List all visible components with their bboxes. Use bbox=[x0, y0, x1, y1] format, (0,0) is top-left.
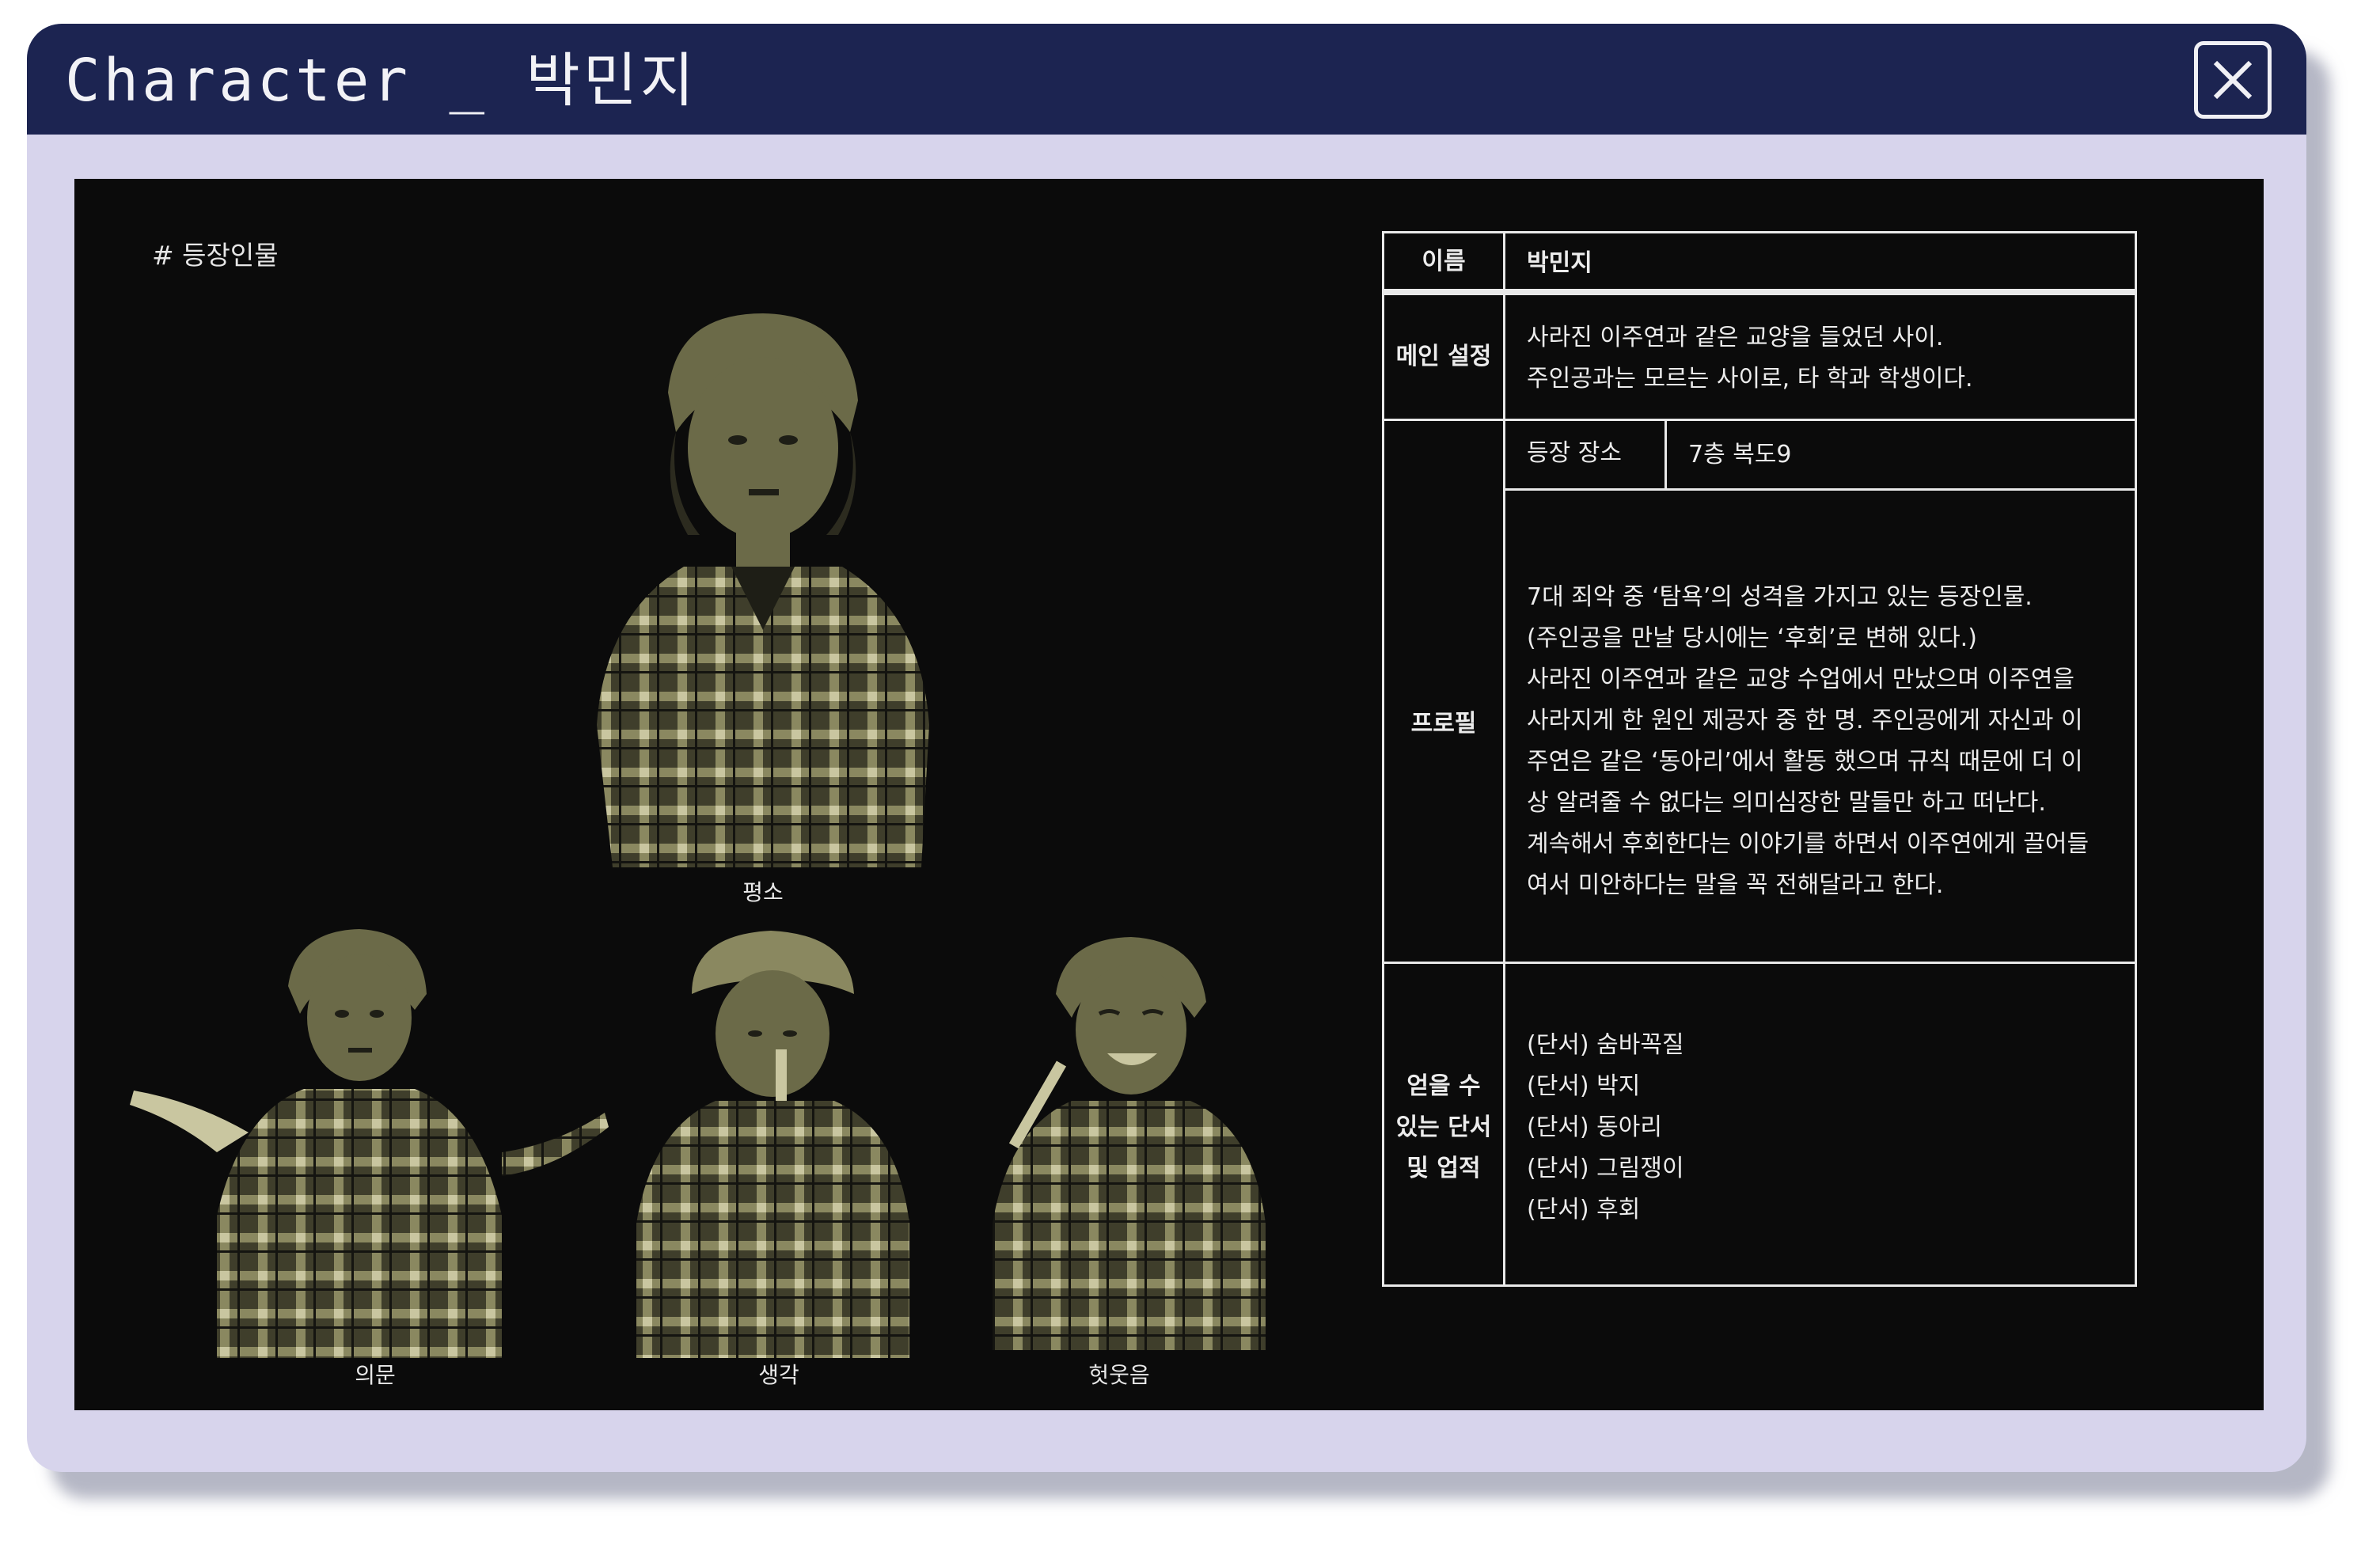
portrait-normal bbox=[549, 298, 977, 875]
profile-line: 여서 미안하다는 말을 꼭 전해달라고 한다. bbox=[1527, 871, 1944, 899]
profile-line: 사라지게 한 원인 제공자 중 한 명. 주인공에게 자신과 이 bbox=[1527, 707, 2083, 734]
setting-line: 사라진 이주연과 같은 교양을 들었던 사이. bbox=[1527, 324, 1944, 351]
portrait-laugh bbox=[961, 923, 1293, 1350]
portrait-thinking bbox=[628, 923, 929, 1358]
section-label: # 등장인물 bbox=[152, 240, 279, 271]
profile-header: 프로필 bbox=[1410, 710, 1477, 738]
profile-line: 주연은 같은 ‘동아리’에서 활동 했으며 규칙 때문에 더 이 bbox=[1527, 748, 2083, 776]
clue-item: (단서) 숨바꼭질 bbox=[1527, 1031, 1684, 1059]
setting-header: 메인 설정 bbox=[1395, 343, 1492, 370]
portrait-caption: 평소 bbox=[742, 879, 784, 905]
profile-line: 계속해서 후회한다는 이야기를 하면서 이주연에게 끌어들 bbox=[1527, 830, 2090, 858]
content-panel: # 등장인물 평소 의문 생각 헛웃음 이름 박민지 메인 설정 사라진 이주연… bbox=[74, 179, 2264, 1410]
name-header: 이름 bbox=[1422, 248, 1466, 275]
portrait-caption: 헛웃음 bbox=[1088, 1362, 1150, 1388]
profile-line: 사라진 이주연과 같은 교양 수업에서 만났으며 이주연을 bbox=[1527, 666, 2075, 693]
profile-line: (주인공을 만날 당시에는 ‘후회’로 변해 있다.) bbox=[1527, 624, 1977, 652]
clues-header: 얻을 수 bbox=[1406, 1072, 1481, 1100]
portrait-question bbox=[130, 915, 621, 1358]
close-button[interactable] bbox=[2194, 41, 2272, 119]
clue-item: (단서) 동아리 bbox=[1527, 1113, 1662, 1141]
close-icon bbox=[2213, 60, 2253, 100]
clues-header: 있는 단서 bbox=[1395, 1113, 1492, 1141]
setting-line: 주인공과는 모르는 사이로, 타 학과 학생이다. bbox=[1527, 365, 1973, 393]
clue-item: (단서) 그림쟁이 bbox=[1527, 1155, 1684, 1182]
profile-line: 상 알려줄 수 없다는 의미심장한 말들만 하고 떠난다. bbox=[1527, 789, 2046, 817]
character-window: Character _ 박민지 # 등장인물 평소 의문 생각 헛웃음 이름 박… bbox=[27, 24, 2306, 1472]
clue-item: (단서) 후회 bbox=[1527, 1196, 1641, 1223]
clues-header: 및 업적 bbox=[1406, 1155, 1481, 1182]
name-value: 박민지 bbox=[1527, 249, 1592, 277]
title-bar: Character _ 박민지 bbox=[27, 24, 2306, 135]
profile-table: 이름 박민지 메인 설정 사라진 이주연과 같은 교양을 들었던 사이. 주인공… bbox=[1382, 231, 2137, 1287]
portrait-caption: 의문 bbox=[355, 1362, 396, 1388]
profile-line: 7대 죄악 중 ‘탐욕’의 성격을 가지고 있는 등장인물. bbox=[1527, 583, 2033, 611]
location-value: 7층 복도9 bbox=[1688, 441, 1792, 469]
clue-item: (단서) 박지 bbox=[1527, 1072, 1641, 1100]
location-label: 등장 장소 bbox=[1527, 439, 1622, 467]
portrait-caption: 생각 bbox=[758, 1362, 799, 1388]
window-title: Character _ 박민지 bbox=[65, 47, 697, 115]
